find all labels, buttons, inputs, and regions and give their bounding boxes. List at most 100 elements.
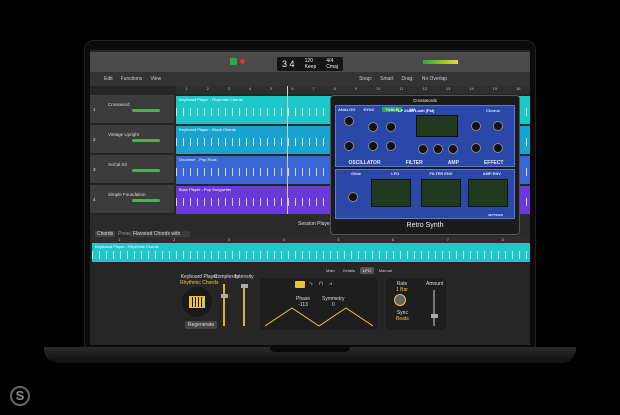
track-name[interactable]: SoCal Kit <box>108 162 127 167</box>
complexity-slider[interactable] <box>220 284 228 326</box>
region-name: Keyboard Player - Rhythmic Chords <box>179 97 243 102</box>
volume-slider[interactable] <box>132 109 160 112</box>
filter-type[interactable]: LP 24dB Lush (Fat) <box>398 108 434 113</box>
tab-details[interactable]: Details <box>340 267 358 274</box>
region-name: Drummer - Pop Rock <box>179 157 217 162</box>
session-player-editor: Main Details LFO Manual Keyboard Player Rhy… <box>90 262 530 345</box>
tab-lfo[interactable]: LFO <box>359 267 374 274</box>
track-header[interactable]: 3 SoCal Kit <box>90 155 174 184</box>
record-button[interactable] <box>240 59 245 64</box>
view-menu[interactable]: View <box>150 76 161 82</box>
drag-label: Drag: <box>401 76 414 82</box>
ruler-mark: 15 <box>492 86 498 91</box>
ruler-mark: 9 <box>354 86 358 91</box>
rate-panel: Rate 1 Bar Sync Beats Amount <box>386 278 446 330</box>
tempo-mode: Keep <box>304 64 317 70</box>
volume-slider[interactable] <box>132 169 160 172</box>
lower-section-label: LFO <box>391 171 400 176</box>
drag-select[interactable]: No Overlap <box>422 76 447 82</box>
functions-menu[interactable]: Functions <box>121 76 143 82</box>
tracks-toolbar: Edit Functions View Snap: Smart Drag: No… <box>90 72 530 86</box>
section-label: AMP <box>447 160 459 166</box>
volume-slider[interactable] <box>132 139 160 142</box>
settings-button[interactable]: SETTINGS <box>488 213 503 217</box>
synth-name: Retro Synth <box>406 222 444 229</box>
lower-section-label: AMP ENV <box>482 171 501 176</box>
master-meter <box>423 60 458 64</box>
effect-type[interactable]: Chorus <box>486 108 500 113</box>
lcd-display: 3 4 120 Keep 4/4 Cmaj <box>277 57 343 71</box>
ruler-mark: 11 <box>399 86 404 91</box>
ruler-mark: 8 <box>333 86 336 91</box>
play-button[interactable] <box>230 58 237 65</box>
key: Cmaj <box>326 64 338 70</box>
region-name: Keyboard Player - Block Chords <box>179 127 236 132</box>
keyboard-player-icon <box>182 287 212 317</box>
section-label: FILTER <box>405 160 423 166</box>
section-label: EFFECT <box>483 160 504 166</box>
track-name[interactable]: Crossword <box>108 102 130 107</box>
snap-select[interactable]: Smart <box>380 76 393 82</box>
sine-wave-button[interactable]: ∿ <box>309 281 313 287</box>
timeline-ruler[interactable]: 1 2 3 4 5 6 7 8 9 10 11 12 13 14 15 16 <box>176 86 530 94</box>
session-region-label: Keyboard Player - Rhythmic Chords <box>95 244 159 249</box>
synth-tab-sync[interactable]: SYNC <box>363 107 374 112</box>
track-header[interactable]: 2 Vintage Upright <box>90 125 174 154</box>
synth-upper-panel: ANALOG SYNC TABLE FM LP 24dB Lush (Fat) Cho… <box>335 105 515 167</box>
intensity-label: Intensity <box>235 274 254 280</box>
section-label: OSCILLATOR <box>348 160 381 166</box>
logic-pro-window: 3 4 120 Keep 4/4 Cmaj Edit Functions View … <box>90 50 530 345</box>
ruler-mark: 2 <box>206 86 209 91</box>
ruler-mark: 10 <box>376 86 381 91</box>
ruler-mark: 6 <box>291 86 294 91</box>
region-name: Bass Player - Pop Songwriter <box>179 187 232 192</box>
track-header[interactable]: 4 Simple Foundation <box>90 185 174 214</box>
amount-slider[interactable] <box>430 290 438 326</box>
laptop-notch <box>270 347 350 352</box>
triangle-wave-button[interactable] <box>295 281 305 288</box>
playhead[interactable] <box>287 86 288 214</box>
session-player-title: Session Player <box>298 221 332 227</box>
player-style[interactable]: Rhythmic Chords <box>180 280 218 286</box>
regenerate-button[interactable]: Regenerate <box>185 321 218 329</box>
track-number: 1 <box>93 107 96 112</box>
synth-tab-analog[interactable]: ANALOG <box>338 107 355 112</box>
ruler-mark: 5 <box>270 86 273 91</box>
retro-synth-window: Crosswords ANALOG SYNC TABLE FM LP 24dB Lus… <box>330 95 520 235</box>
lower-section-label: FILTER ENV <box>429 171 453 176</box>
amount-label: Amount <box>426 281 444 287</box>
session-region[interactable]: Keyboard Player - Rhythmic Chords <box>92 243 530 262</box>
watermark-logo: S <box>10 386 30 406</box>
edit-menu[interactable]: Edit <box>104 76 113 82</box>
intensity-slider[interactable] <box>240 284 248 326</box>
track-number: 3 <box>93 167 96 172</box>
random-wave-button[interactable]: ⩘ <box>329 281 332 287</box>
ruler-mark: 16 <box>516 86 521 91</box>
ruler-mark: 1 <box>185 86 188 91</box>
lfo-panel: ∿ ⊓ ⩘ Phase -113 Symmetry 0 <box>260 278 378 330</box>
synth-window-title: Crosswords <box>413 98 437 103</box>
control-bar: 3 4 120 Keep 4/4 Cmaj <box>90 52 530 72</box>
position: 3 4 <box>282 59 295 69</box>
square-wave-button[interactable]: ⊓ <box>319 281 323 287</box>
track-name[interactable]: Simple Foundation <box>108 192 146 197</box>
track-header[interactable]: 1 Crossword <box>90 95 174 124</box>
ruler-mark: 14 <box>469 86 474 91</box>
volume-slider[interactable] <box>132 199 160 202</box>
synth-lower-panel: Glide LFO FILTER ENV AMP ENV SETTINGS <box>335 169 515 219</box>
tab-main[interactable]: Main <box>323 267 338 274</box>
tab-manual[interactable]: Manual <box>376 267 395 274</box>
rate-knob[interactable] <box>394 294 406 306</box>
snap-label: Snap: <box>359 76 373 82</box>
track-number: 4 <box>93 197 96 202</box>
lfo-waveform <box>265 307 373 327</box>
ruler-mark: 3 <box>227 86 231 91</box>
sync-select[interactable]: Beats <box>396 316 409 322</box>
ruler-mark: 13 <box>445 86 451 91</box>
ruler-mark: 7 <box>312 86 315 91</box>
editor-tabs: Main Details LFO Manual <box>323 267 395 274</box>
track-name[interactable]: Vintage Upright <box>108 132 139 137</box>
rate-value[interactable]: 1 Bar <box>396 287 408 293</box>
ruler-mark: 12 <box>422 86 427 91</box>
track-number: 2 <box>93 137 96 142</box>
